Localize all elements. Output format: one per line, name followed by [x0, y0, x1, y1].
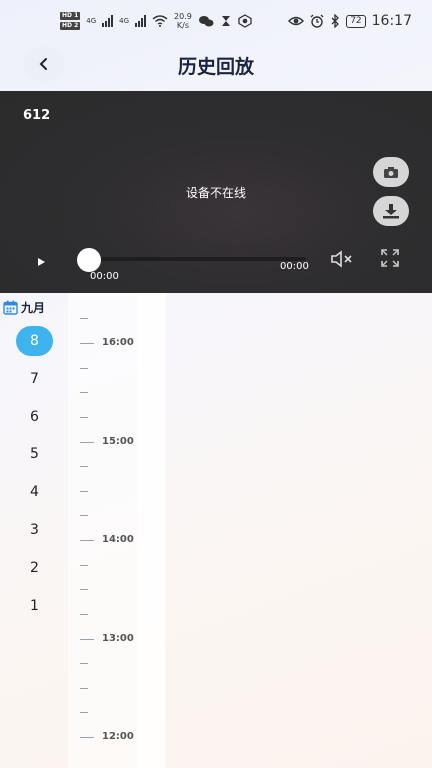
timeline-tick: [80, 564, 88, 566]
camera-icon: [384, 166, 398, 178]
day-item-6[interactable]: 6: [16, 402, 53, 432]
day-item-2[interactable]: 2: [16, 553, 53, 583]
timeline-hour-label: 13:00: [102, 632, 134, 644]
wifi-icon: [152, 15, 168, 27]
eye-icon: [288, 16, 305, 26]
timeline-tick: [80, 466, 88, 468]
channel-label: 612: [23, 108, 51, 123]
download-icon: [383, 204, 399, 219]
snapshot-button[interactable]: [373, 157, 409, 187]
volume-muted-icon: [331, 250, 352, 268]
device-offline-message: 设备不在线: [185, 186, 246, 200]
day-item-5[interactable]: 5: [16, 439, 53, 469]
timeline-tick: [80, 392, 88, 394]
app-notification-icon: [238, 14, 252, 28]
fullscreen-button[interactable]: [380, 248, 400, 268]
mute-button[interactable]: [330, 249, 354, 269]
timeline-hour-label: 16:00: [102, 337, 134, 348]
fullscreen-icon: [381, 249, 399, 267]
calendar-icon: [3, 300, 18, 315]
net-type-2: 4G: [119, 17, 130, 25]
timeline-hour-tick: [80, 441, 94, 443]
timeline-tick: [80, 490, 88, 492]
timeline-tick: [80, 318, 88, 320]
timeline-tick: [80, 589, 88, 591]
total-time: 00:00: [280, 261, 309, 272]
timeline-hour-tick: [80, 737, 94, 738]
page-header: 历史回放: [0, 42, 432, 90]
timeline-tick: [80, 663, 88, 665]
alarm-icon: [310, 14, 324, 28]
battery-level: 72: [346, 14, 366, 28]
timeline-hour-label: 12:00: [102, 731, 134, 742]
day-item-7[interactable]: 7: [16, 364, 53, 394]
timeline-tick: [80, 613, 88, 615]
timeline-tick: [80, 416, 88, 418]
day-item-3[interactable]: 3: [16, 515, 53, 545]
status-right: 72 16:17: [288, 13, 412, 29]
page-title: 历史回放: [177, 56, 254, 78]
hd-1-label: HD 1: [60, 12, 81, 20]
download-button[interactable]: [373, 196, 409, 226]
signal-1-icon: [102, 15, 114, 27]
timeline-hour-label: 15:00: [102, 435, 134, 447]
wechat-icon: [198, 16, 214, 27]
signal-2-icon: [135, 15, 147, 27]
status-left: HD 1 HD 2 4G 4G 20.9 K/s: [60, 11, 252, 31]
timeline-track: [137, 293, 165, 768]
timeline-hour-tick: [80, 638, 94, 640]
hd-2-label: HD 2: [60, 22, 81, 30]
progress-handle[interactable]: [77, 248, 101, 272]
status-bar: HD 1 HD 2 4G 4G 20.9 K/s 72 16:17: [0, 0, 432, 42]
day-item-4[interactable]: 4: [16, 477, 53, 507]
timeline-tick: [80, 712, 88, 714]
net-speed-value: 20.9: [174, 12, 192, 21]
month-label: 九月: [21, 301, 46, 315]
net-speed-unit: K/s: [176, 21, 189, 30]
video-player[interactable]: 612 设备不在线 00:00 00:00: [0, 91, 432, 293]
play-button[interactable]: [30, 251, 52, 273]
timeline-tick: [80, 367, 88, 369]
timeline-hour-tick: [80, 343, 94, 344]
timeline-hour-tick: [80, 540, 94, 541]
net-type-1: 4G: [86, 17, 97, 25]
timeline-tick: [80, 687, 88, 689]
status-time: 16:17: [371, 13, 412, 29]
hd-indicator: HD 1 HD 2: [60, 11, 81, 31]
timeline-hour-label: 14:00: [102, 534, 134, 545]
day-item-8[interactable]: 8: [16, 326, 53, 356]
day-item-1[interactable]: 1: [16, 591, 53, 621]
month-selector[interactable]: 九月: [3, 299, 45, 316]
timeline[interactable]: 16:00 15:00 14:00 13:00 12:00: [68, 293, 166, 768]
hourglass-icon: [221, 16, 230, 26]
current-time: 00:00: [90, 271, 119, 282]
timeline-tick: [80, 515, 88, 517]
play-icon: [38, 258, 45, 266]
net-speed: 20.9 K/s: [174, 12, 192, 30]
bluetooth-icon: [331, 14, 340, 28]
progress-track[interactable]: [84, 257, 306, 261]
